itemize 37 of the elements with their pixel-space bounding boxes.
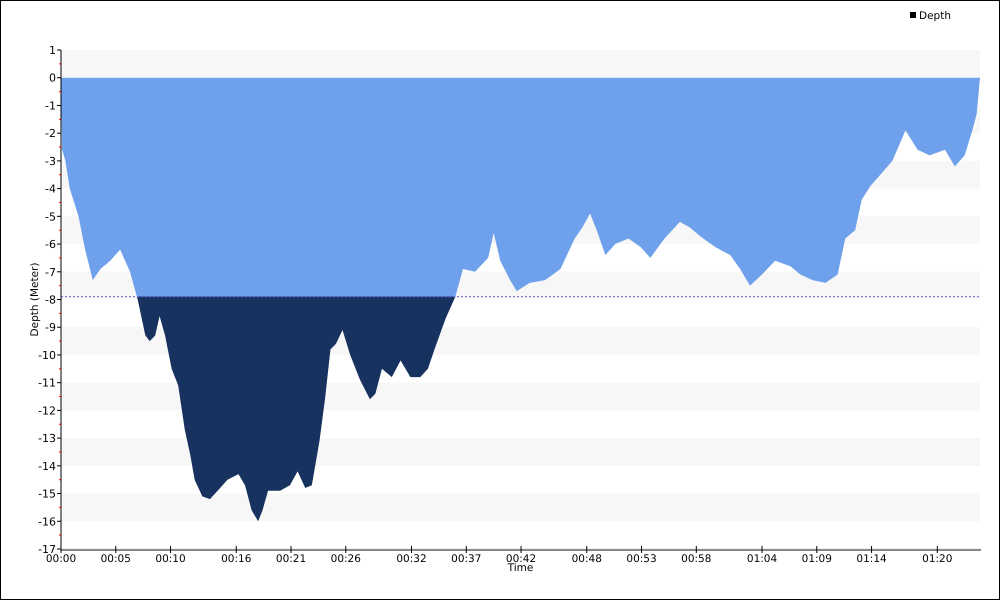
- y-tick-label: -1: [45, 99, 56, 112]
- y-tick-label: -5: [45, 210, 56, 224]
- x-tick-label: 00:37: [451, 553, 482, 565]
- y-tick-label: -7: [45, 266, 56, 279]
- y-tick-label: -8: [45, 294, 56, 306]
- legend-marker-icon: [910, 12, 916, 18]
- x-tick-label: 00:05: [100, 553, 131, 565]
- y-tick-label: -4: [45, 182, 56, 196]
- x-tick-label: 00:53: [626, 553, 657, 565]
- y-tick-label: -9: [45, 321, 56, 334]
- x-tick-label: 01:14: [856, 553, 887, 565]
- y-tick-label: -15: [38, 488, 56, 501]
- x-axis-title: Time: [508, 562, 534, 574]
- y-axis-title: Depth (Meter): [29, 262, 41, 336]
- x-tick-label: 00:16: [221, 553, 252, 565]
- y-tick-label: 0: [49, 72, 56, 85]
- y-tick-label: -12: [38, 404, 56, 418]
- y-tick-label: -10: [38, 348, 56, 362]
- y-tick-label: -16: [38, 515, 56, 528]
- x-tick-label: 00:00: [46, 553, 76, 565]
- x-tick-label: 01:04: [746, 553, 778, 565]
- y-tick-label: -3: [45, 154, 56, 168]
- y-tick-label: -11: [38, 376, 56, 390]
- y-tick-label: 1: [49, 44, 56, 57]
- x-tick-label: 00:10: [155, 553, 186, 565]
- y-tick-label: -2: [45, 127, 56, 140]
- x-tick-label: 00:58: [681, 553, 712, 565]
- x-tick-label: 00:21: [276, 553, 306, 565]
- x-tick-label: 00:26: [330, 553, 361, 565]
- y-tick-label: -14: [38, 460, 56, 473]
- legend-label: Depth: [919, 10, 951, 22]
- y-tick-label: -13: [38, 432, 56, 446]
- x-tick-label: 00:48: [572, 553, 602, 565]
- x-tick-label: 01:09: [802, 553, 832, 565]
- y-tick-label: -6: [45, 238, 56, 252]
- x-tick-label: 01:20: [922, 553, 952, 565]
- x-tick-label: 00:32: [396, 553, 427, 565]
